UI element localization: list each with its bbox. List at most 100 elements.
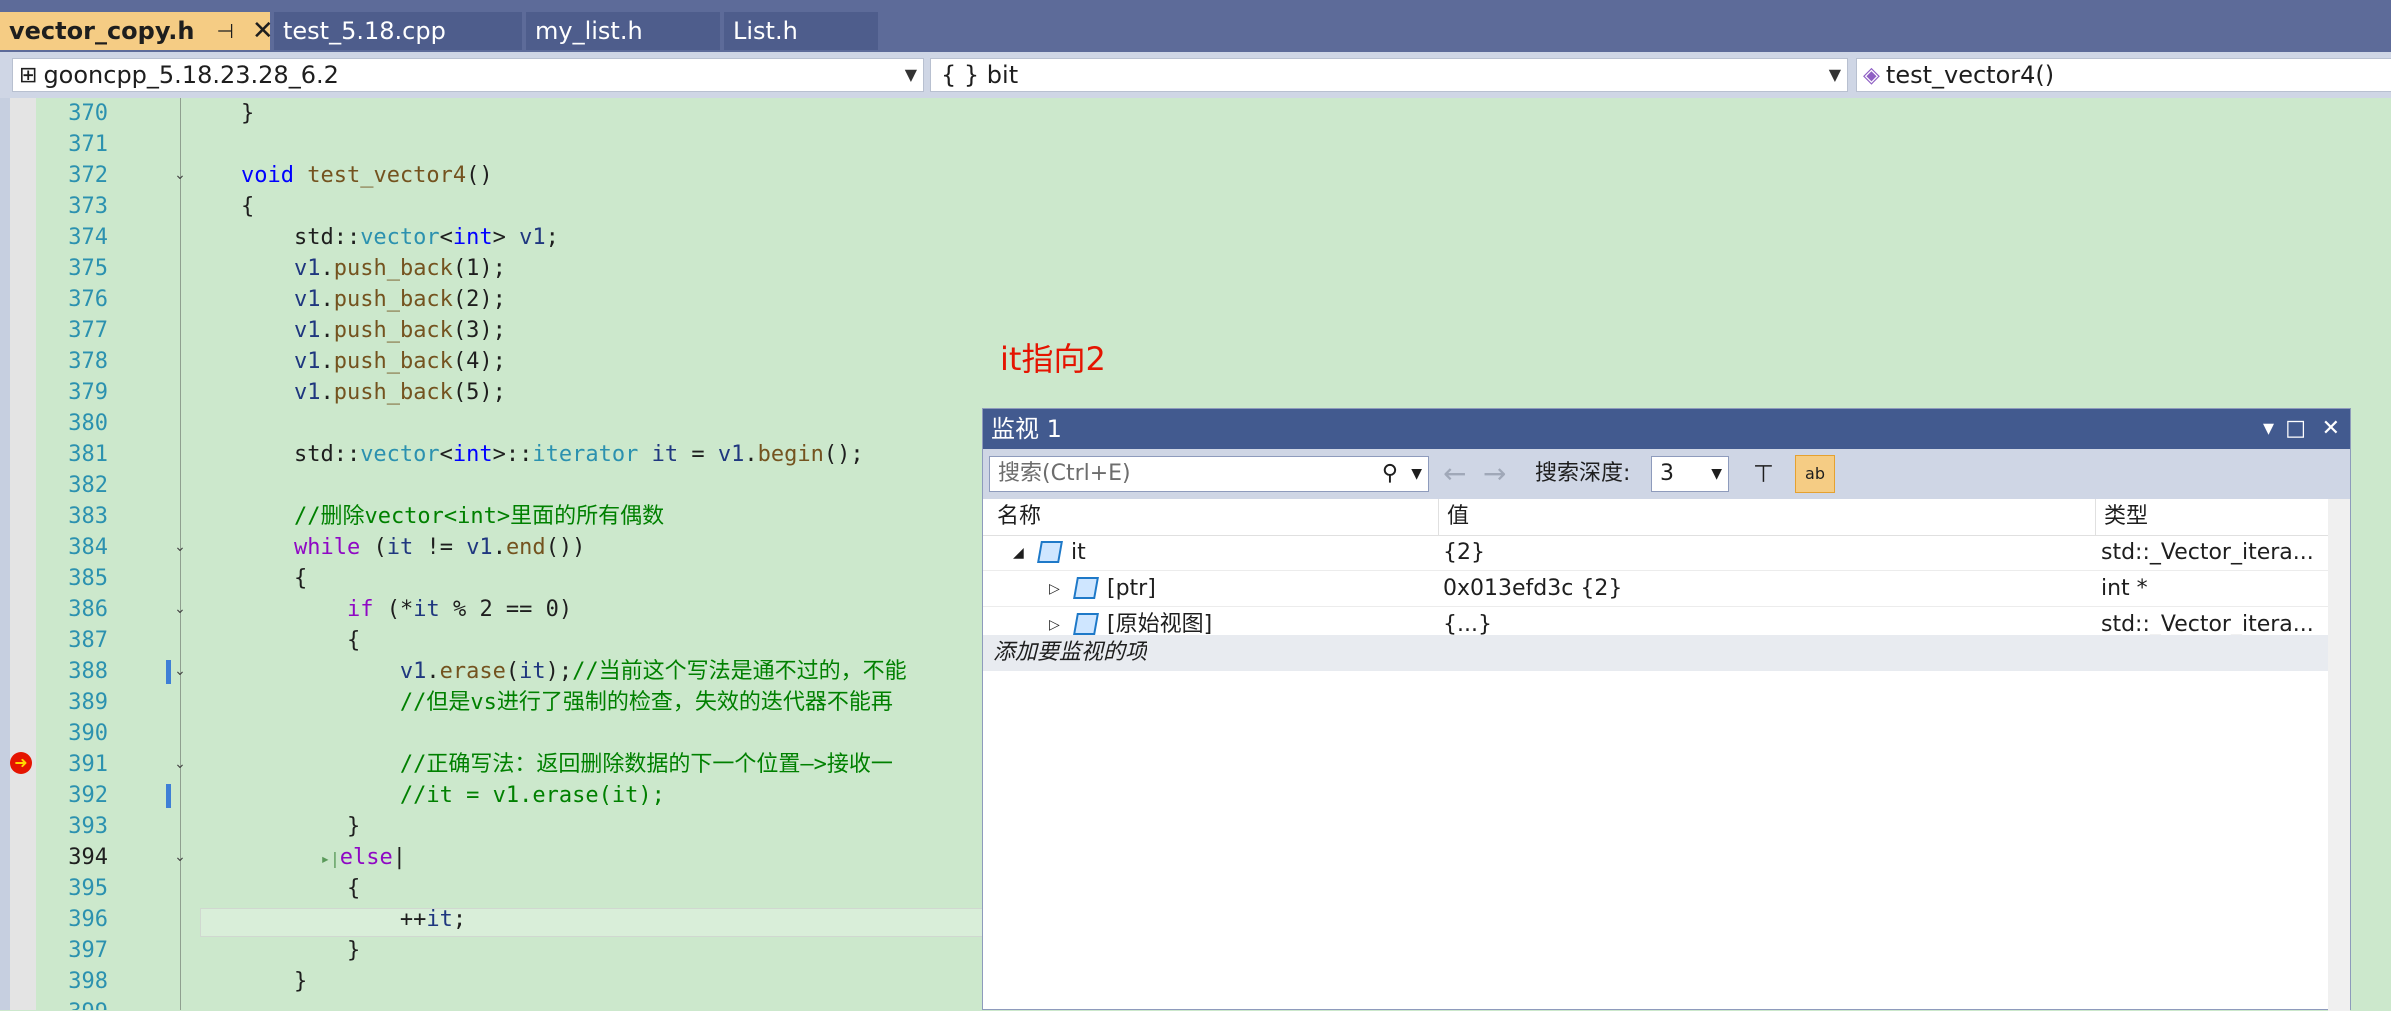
line-number: 379 xyxy=(68,380,108,405)
variable-cube-icon xyxy=(1073,577,1099,599)
close-icon[interactable]: ✕ xyxy=(2322,409,2340,449)
code-text: v1.push_back(1); xyxy=(293,256,506,281)
line-number: 392 xyxy=(68,783,108,808)
tab-vector-copy-h[interactable]: vector_copy.h ⊣ ✕ xyxy=(0,12,274,50)
column-header-type[interactable]: 类型 xyxy=(2096,499,2148,535)
variable-cube-icon xyxy=(1073,613,1099,635)
line-number: 372 xyxy=(68,163,108,188)
tab-label: my_list.h xyxy=(535,17,643,45)
code-text: while (it != v1.end()) xyxy=(293,535,586,560)
function-dropdown[interactable]: ◈ test_vector4() xyxy=(1856,58,2391,92)
collapse-icon[interactable]: ⌄ xyxy=(174,168,186,182)
annotation-text: it指向2 xyxy=(1000,340,1106,378)
line-number: 370 xyxy=(68,101,108,126)
line-number: 382 xyxy=(68,473,108,498)
line-number: 387 xyxy=(68,628,108,653)
back-arrow-icon[interactable]: ← xyxy=(1443,456,1466,492)
line-number: 397 xyxy=(68,938,108,963)
code-text: } xyxy=(188,101,255,126)
add-watch-row[interactable]: 添加要监视的项 xyxy=(983,635,2328,671)
code-line: 377 v1.push_back(3); xyxy=(0,315,2391,346)
tab-label: test_5.18.cpp xyxy=(283,17,446,45)
line-number: 396 xyxy=(68,907,108,932)
collapse-icon[interactable]: ⌄ xyxy=(174,850,186,864)
code-text: { xyxy=(188,194,255,219)
collapse-icon[interactable]: ⌄ xyxy=(174,757,186,771)
line-number: 375 xyxy=(68,256,108,281)
vertical-scrollbar[interactable] xyxy=(2328,499,2350,1011)
line-number: 377 xyxy=(68,318,108,343)
search-depth-label: 搜索深度: xyxy=(1535,461,1631,486)
watch-row[interactable]: ▷ [ptr] 0x013efd3c {2} int * xyxy=(983,571,2328,607)
watch-row[interactable]: ◢ it {2} std::_Vector_itera... xyxy=(983,535,2328,571)
code-text: v1.push_back(5); xyxy=(293,380,506,405)
watch-type: std::_Vector_itera... xyxy=(2101,540,2314,565)
code-text: { xyxy=(188,566,308,591)
method-cube-icon: ◈ xyxy=(1863,62,1880,88)
code-text: ▸|else| xyxy=(320,845,406,870)
tab-list-h[interactable]: List.h xyxy=(724,12,878,50)
line-number: 393 xyxy=(68,814,108,839)
search-icon[interactable]: ⚲ xyxy=(1382,457,1398,491)
watch-title-bar[interactable]: 监视 1 ▾ □ ✕ xyxy=(983,409,2350,449)
line-number: 376 xyxy=(68,287,108,312)
search-depth-value: 3 xyxy=(1660,461,1674,486)
code-text: } xyxy=(188,814,361,839)
collapse-icon[interactable]: ⌄ xyxy=(174,664,186,678)
line-number: 371 xyxy=(68,132,108,157)
navigation-bar: ⊞ gooncpp_5.18.23.28_6.2 ▼ { } bit ▼ ◈ t… xyxy=(0,52,2391,98)
add-watch-placeholder: 添加要监视的项 xyxy=(993,640,1148,665)
collapse-triangle-icon[interactable]: ◢ xyxy=(1013,535,1024,571)
code-text: } xyxy=(188,969,308,994)
line-number: 380 xyxy=(68,411,108,436)
maximize-icon[interactable]: □ xyxy=(2285,409,2306,449)
tab-my-list-h[interactable]: my_list.h xyxy=(526,12,720,50)
collapse-icon[interactable]: ⌄ xyxy=(174,602,186,616)
pin-icon[interactable]: ⊤ xyxy=(1753,457,1774,491)
code-text: std::vector<int>::iterator it = v1.begin… xyxy=(188,442,864,467)
line-number: 388 xyxy=(68,659,108,684)
watch-grid-header: 名称 值 类型 xyxy=(983,499,2328,536)
scope-dropdown-value: { } bit xyxy=(941,61,1019,89)
chevron-down-icon[interactable]: ▼ xyxy=(1411,457,1422,491)
document-tab-strip: vector_copy.h ⊣ ✕ test_5.18.cpp my_list.… xyxy=(0,0,2391,52)
watch-toolbar: 搜索(Ctrl+E) ⚲ ▼ ← → 搜索深度: 3 ▼ ⊤ ab xyxy=(983,449,2350,499)
expand-triangle-icon[interactable]: ▷ xyxy=(1049,571,1060,607)
code-comment: //但是vs进行了强制的检查，失效的迭代器不能再 xyxy=(188,690,893,715)
line-number: 385 xyxy=(68,566,108,591)
watch-value[interactable]: {2} xyxy=(1443,535,1485,571)
project-icon: ⊞ xyxy=(19,62,38,88)
tab-test-5-18-cpp[interactable]: test_5.18.cpp xyxy=(274,12,522,50)
code-line: 375 v1.push_back(1); xyxy=(0,253,2391,284)
code-text: v1.push_back(3); xyxy=(293,318,506,343)
tab-label: List.h xyxy=(733,17,798,45)
code-comment: //正确写法：返回删除数据的下一个位置—>接收一 xyxy=(188,752,893,777)
project-dropdown[interactable]: ⊞ gooncpp_5.18.23.28_6.2 ▼ xyxy=(12,58,924,92)
column-header-name[interactable]: 名称 xyxy=(989,499,1041,535)
hex-display-toggle[interactable]: ab xyxy=(1795,455,1835,493)
watch-name: it xyxy=(1071,540,1086,565)
watch-search-input[interactable]: 搜索(Ctrl+E) ⚲ ▼ xyxy=(989,456,1429,492)
close-icon[interactable]: ✕ xyxy=(252,16,274,46)
code-text: { xyxy=(188,628,361,653)
scope-dropdown[interactable]: { } bit ▼ xyxy=(930,58,1848,92)
forward-arrow-icon[interactable]: → xyxy=(1483,456,1506,492)
collapse-icon[interactable]: ⌄ xyxy=(174,540,186,554)
code-text: { xyxy=(188,876,361,901)
chevron-down-icon: ▼ xyxy=(1711,466,1722,482)
column-header-value[interactable]: 值 xyxy=(1439,499,1469,535)
search-depth-select[interactable]: 3 ▼ xyxy=(1651,456,1729,492)
dropdown-icon[interactable]: ▾ xyxy=(2263,409,2274,449)
code-line: 378 v1.push_back(4); xyxy=(0,346,2391,377)
chevron-down-icon: ▼ xyxy=(1828,65,1841,84)
code-line: 376 v1.push_back(2); xyxy=(0,284,2391,315)
watch-name: [ptr] xyxy=(1107,576,1156,601)
watch-type: int * xyxy=(2101,576,2148,601)
code-text: ++it; xyxy=(188,907,467,932)
pin-icon[interactable]: ⊣ xyxy=(216,19,233,43)
change-marker xyxy=(166,660,171,684)
project-dropdown-value: gooncpp_5.18.23.28_6.2 xyxy=(43,61,339,89)
function-dropdown-value: test_vector4() xyxy=(1885,61,2055,89)
line-number: 383 xyxy=(68,504,108,529)
watch-value[interactable]: 0x013efd3c {2} xyxy=(1443,571,1622,607)
